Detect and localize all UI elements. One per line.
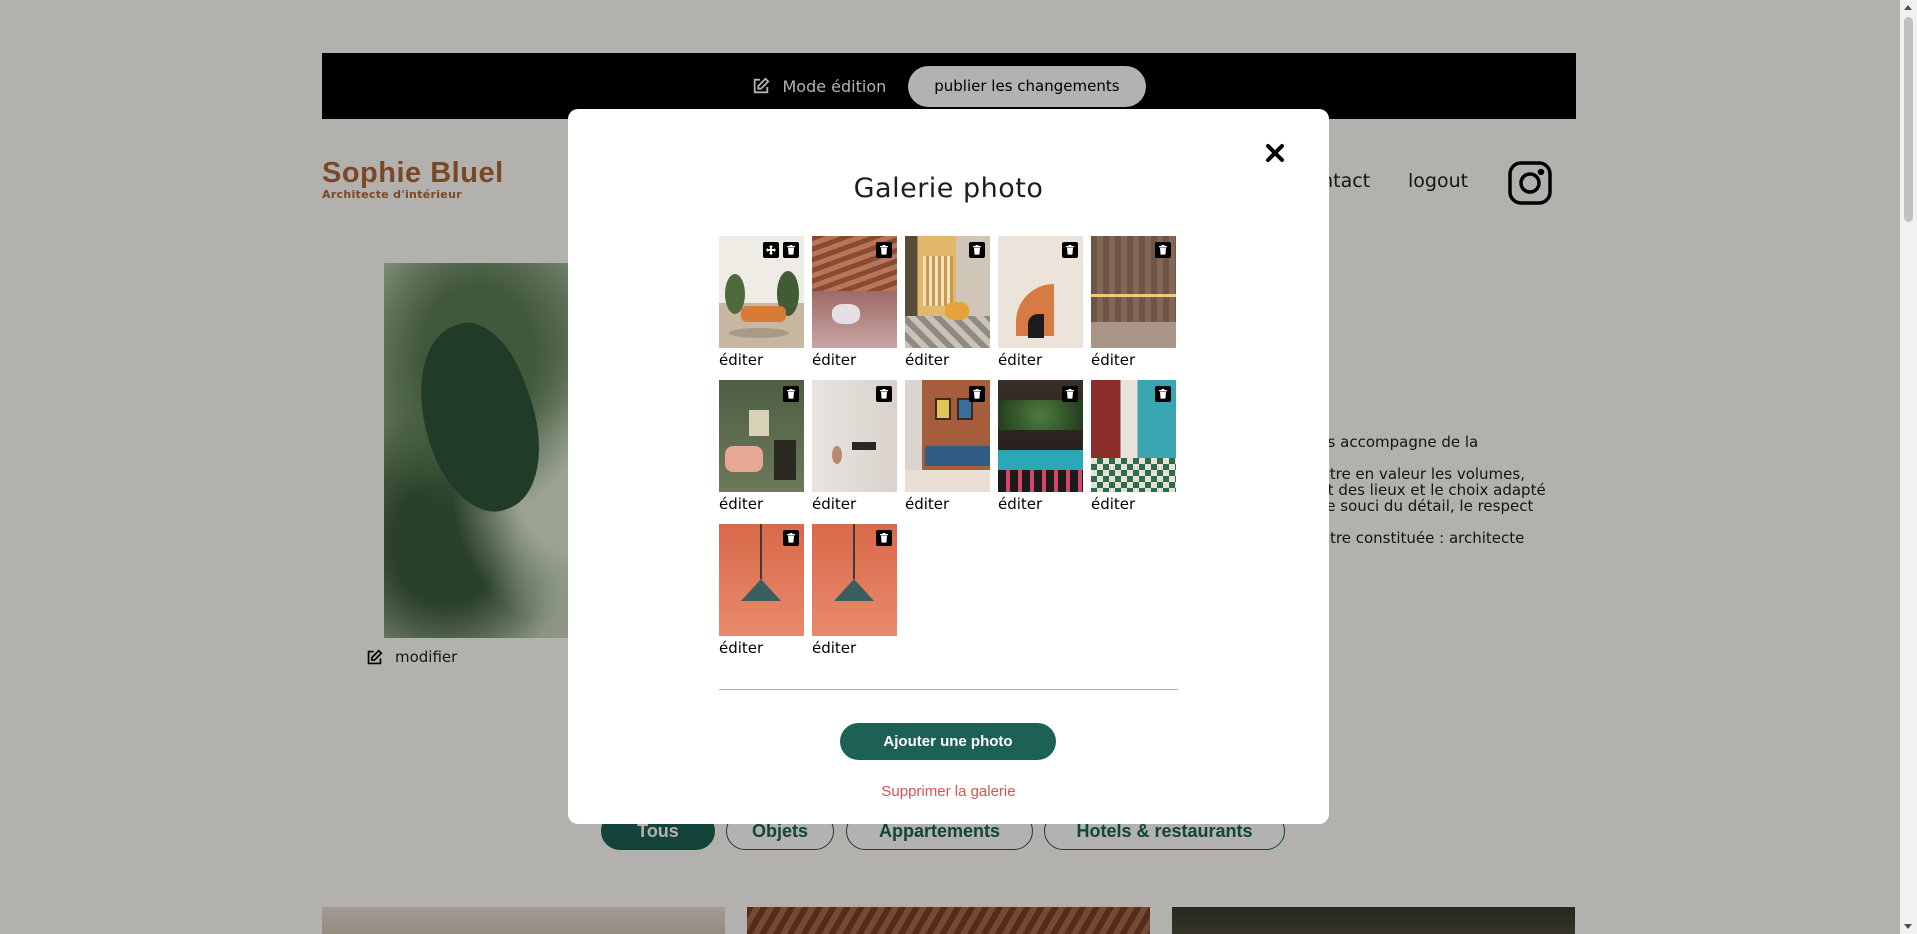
trash-icon[interactable] (783, 386, 799, 402)
move-icon[interactable] (763, 242, 779, 258)
photo-tile: éditer (812, 524, 897, 657)
photo-tile: éditer (812, 380, 897, 513)
modal-divider (719, 689, 1178, 690)
photo-thumbnail (719, 236, 804, 348)
trash-icon[interactable] (876, 530, 892, 546)
trash-icon[interactable] (783, 530, 799, 546)
trash-icon[interactable] (969, 386, 985, 402)
photo-thumbnail (905, 380, 990, 492)
trash-icon[interactable] (876, 242, 892, 258)
photo-thumbnail (812, 380, 897, 492)
modal-title: Galerie photo (853, 173, 1044, 204)
photo-thumbnail (905, 236, 990, 348)
photo-tile: éditer (719, 524, 804, 657)
photo-tile: éditer (719, 236, 804, 369)
edit-photo-link[interactable]: éditer (998, 495, 1083, 513)
trash-icon[interactable] (969, 242, 985, 258)
edit-photo-link[interactable]: éditer (719, 495, 804, 513)
edit-photo-link[interactable]: éditer (1091, 351, 1176, 369)
photo-tile: éditer (905, 236, 990, 369)
close-icon[interactable] (1259, 137, 1291, 169)
photo-thumbnail (998, 380, 1083, 492)
edit-photo-link[interactable]: éditer (812, 351, 897, 369)
trash-icon[interactable] (1155, 386, 1171, 402)
edit-photo-link[interactable]: éditer (905, 495, 990, 513)
photo-thumbnail (1091, 236, 1176, 348)
photo-tile: éditer (1091, 380, 1176, 513)
photo-thumbnail (812, 524, 897, 636)
edit-photo-link[interactable]: éditer (905, 351, 990, 369)
trash-icon[interactable] (1155, 242, 1171, 258)
add-photo-button[interactable]: Ajouter une photo (840, 723, 1056, 760)
photo-thumbnail (812, 236, 897, 348)
edit-photo-link[interactable]: éditer (719, 351, 804, 369)
photo-thumbnail (719, 524, 804, 636)
gallery-modal: Galerie photo éditer éditer éditer édite… (568, 109, 1329, 824)
edit-photo-link[interactable]: éditer (812, 639, 897, 657)
photo-tile: éditer (905, 380, 990, 513)
photo-thumbnail (998, 236, 1083, 348)
trash-icon[interactable] (783, 242, 799, 258)
trash-icon[interactable] (1062, 386, 1078, 402)
trash-icon[interactable] (1062, 242, 1078, 258)
trash-icon[interactable] (876, 386, 892, 402)
photo-tile: éditer (812, 236, 897, 369)
photo-tile: éditer (998, 380, 1083, 513)
photo-grid: éditer éditer éditer éditer éditer édite… (719, 236, 1179, 657)
photo-tile: éditer (998, 236, 1083, 369)
photo-thumbnail (1091, 380, 1176, 492)
scrollbar-thumb[interactable] (1904, 17, 1913, 222)
edit-photo-link[interactable]: éditer (998, 351, 1083, 369)
photo-thumbnail (719, 380, 804, 492)
edit-photo-link[interactable]: éditer (1091, 495, 1176, 513)
edit-photo-link[interactable]: éditer (719, 639, 804, 657)
edit-photo-link[interactable]: éditer (812, 495, 897, 513)
photo-tile: éditer (1091, 236, 1176, 369)
photo-tile: éditer (719, 380, 804, 513)
scroll-up-arrow-icon[interactable] (1904, 5, 1912, 10)
page-scrollbar[interactable] (1900, 0, 1917, 934)
delete-gallery-link[interactable]: Supprimer la galerie (568, 783, 1329, 800)
scroll-down-arrow-icon[interactable] (1904, 924, 1912, 929)
